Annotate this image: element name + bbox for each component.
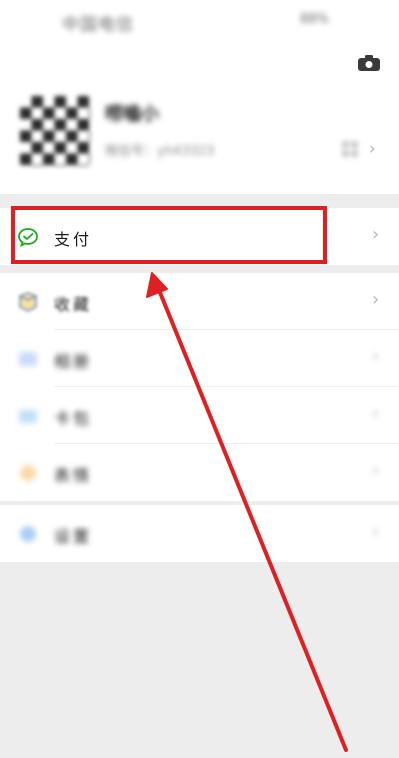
menu-item-stickers[interactable]: 表情 › bbox=[0, 444, 399, 501]
chevron-right-icon: › bbox=[372, 403, 380, 424]
chevron-right-icon: › bbox=[372, 521, 380, 542]
menu-item-label: 设置 bbox=[54, 527, 93, 546]
menu-item-label: 相册 bbox=[54, 352, 93, 371]
chevron-right-icon: › bbox=[372, 346, 380, 367]
card-wallet-icon bbox=[19, 410, 37, 423]
album-icon bbox=[19, 352, 37, 366]
menu-item-album[interactable]: 相册 › bbox=[0, 330, 399, 387]
favorites-icon bbox=[19, 292, 37, 312]
qr-code-icon[interactable] bbox=[343, 142, 357, 156]
chevron-right-icon: › bbox=[369, 139, 376, 159]
chevron-right-icon: › bbox=[372, 224, 380, 245]
highlight-box bbox=[11, 206, 327, 264]
settings-icon bbox=[20, 526, 36, 542]
menu-item-label: 卡包 bbox=[54, 409, 93, 428]
carrier-label: 中国电信 bbox=[62, 15, 134, 35]
avatar[interactable] bbox=[20, 96, 90, 166]
sticker-icon bbox=[20, 465, 36, 481]
menu-item-label: 表情 bbox=[54, 466, 93, 485]
menu-item-favorites[interactable]: 收藏 › bbox=[0, 273, 399, 330]
menu-item-label: 收藏 bbox=[54, 295, 93, 314]
camera-icon[interactable] bbox=[357, 54, 381, 72]
chevron-right-icon: › bbox=[372, 460, 380, 481]
menu-item-cards[interactable]: 卡包 › bbox=[0, 387, 399, 444]
battery-label: 88% bbox=[300, 12, 329, 27]
status-bar: 中国电信 88% bbox=[0, 0, 399, 44]
chevron-right-icon: › bbox=[372, 289, 380, 310]
profile-nickname: 唠嗑小 bbox=[105, 104, 159, 125]
profile-wechat-id: 微信号：yh43323 bbox=[105, 144, 215, 159]
profile-header[interactable]: 唠嗑小 微信号：yh43323 › bbox=[0, 44, 399, 194]
menu-item-settings[interactable]: 设置 › bbox=[0, 505, 399, 562]
